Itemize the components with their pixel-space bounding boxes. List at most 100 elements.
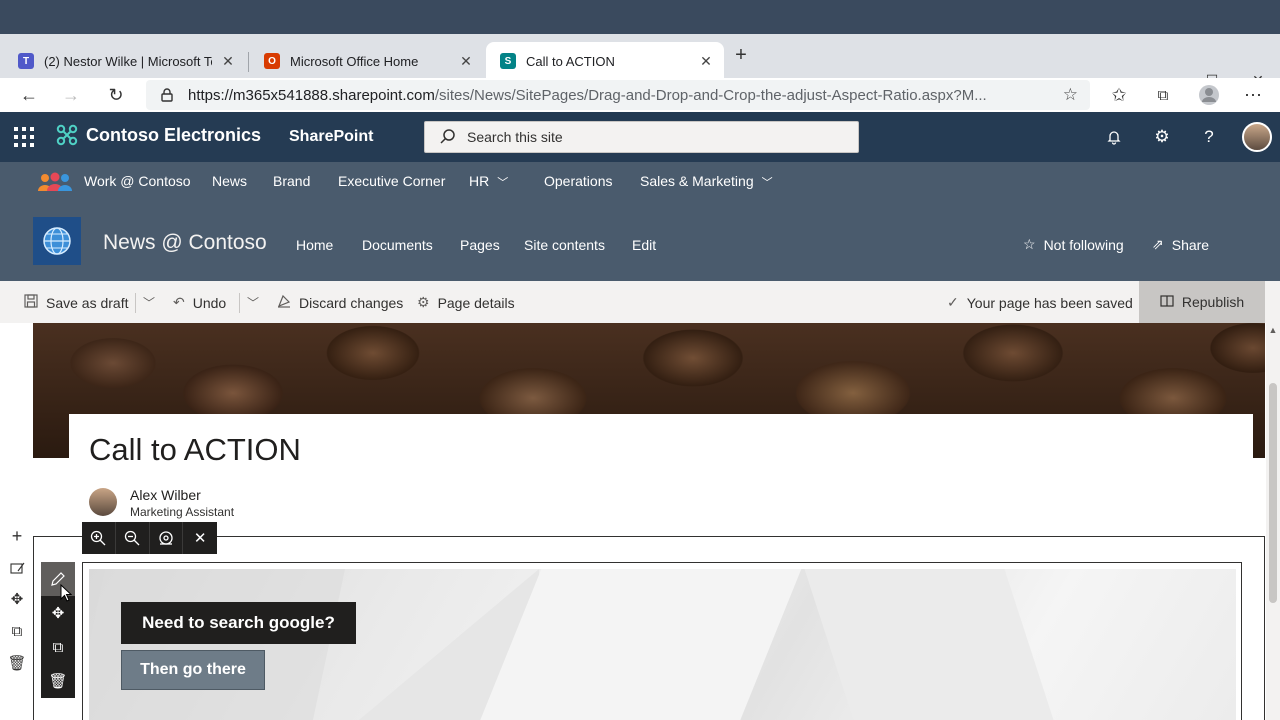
tab-divider bbox=[248, 52, 249, 72]
url-text: https://m365x541888.sharepoint.com/sites… bbox=[188, 87, 1038, 104]
search-placeholder: Search this site bbox=[467, 129, 563, 145]
republish-label: Republish bbox=[1181, 294, 1245, 310]
collections-icon[interactable]: ⧉ bbox=[1150, 82, 1176, 108]
site-nav-pages[interactable]: Pages bbox=[460, 237, 500, 253]
teams-icon: T bbox=[18, 53, 34, 69]
edit-section-icon[interactable] bbox=[8, 559, 26, 577]
save-status: ✓ Your page has been saved bbox=[947, 294, 1133, 311]
notifications-bell-icon[interactable] bbox=[1103, 126, 1125, 148]
contoso-logo-icon bbox=[56, 124, 78, 146]
site-nav-site-contents[interactable]: Site contents bbox=[524, 237, 605, 253]
close-icon[interactable]: ✕ bbox=[183, 522, 217, 554]
chevron-down-icon[interactable]: ﹀ bbox=[247, 294, 259, 311]
hub-item-operations[interactable]: Operations bbox=[544, 173, 612, 189]
app-name[interactable]: SharePoint bbox=[289, 128, 373, 146]
duplicate-webpart-icon[interactable]: ⧉ bbox=[41, 630, 75, 664]
page-scrollbar[interactable]: ▲ bbox=[1266, 323, 1280, 720]
settings-gear-icon[interactable]: ⚙ bbox=[1151, 126, 1173, 148]
divider bbox=[239, 293, 240, 313]
mouse-cursor-icon bbox=[60, 584, 72, 602]
hub-item-executive-corner[interactable]: Executive Corner bbox=[338, 173, 445, 189]
undo-label: Undo bbox=[192, 294, 227, 311]
discard-changes-label: Discard changes bbox=[299, 294, 404, 311]
app-launcher-icon[interactable] bbox=[14, 127, 34, 147]
hub-item-sales-marketing[interactable]: Sales & Marketing ﹀ bbox=[640, 173, 773, 190]
page-details-label: Page details bbox=[437, 294, 515, 311]
url-field[interactable]: https://m365x541888.sharepoint.com/sites… bbox=[146, 80, 1090, 110]
scroll-thumb[interactable] bbox=[1269, 383, 1277, 603]
favorite-star-icon[interactable]: ☆ bbox=[1063, 85, 1078, 105]
focal-point-icon[interactable] bbox=[150, 522, 184, 554]
address-bar: ← → ↻ https://m365x541888.sharepoint.com… bbox=[0, 78, 1280, 112]
page-details-button[interactable]: ⚙ Page details bbox=[417, 294, 515, 311]
chevron-down-icon: ﹀ bbox=[497, 177, 509, 189]
back-icon[interactable]: ← bbox=[16, 82, 42, 108]
close-icon[interactable]: ✕ bbox=[458, 53, 474, 70]
save-as-draft-label: Save as draft bbox=[46, 294, 129, 311]
author-role: Marketing Assistant bbox=[130, 505, 235, 519]
checkmark-icon: ✓ bbox=[947, 294, 959, 310]
tab-title: Call to ACTION bbox=[526, 53, 615, 69]
settings-gear-icon: ⚙ bbox=[417, 294, 430, 310]
discard-changes-button[interactable]: Discard changes bbox=[277, 294, 403, 311]
tab-title: Microsoft Office Home bbox=[290, 53, 419, 69]
save-as-draft-button[interactable]: Save as draft bbox=[24, 294, 129, 311]
share-button[interactable]: ⇗ Share bbox=[1152, 236, 1209, 253]
site-nav-home[interactable]: Home bbox=[296, 237, 333, 253]
close-icon[interactable]: ✕ bbox=[220, 53, 236, 70]
profile-icon[interactable] bbox=[1196, 82, 1222, 108]
page-command-bar: Save as draft ﹀ ↶ Undo ﹀ Discard changes… bbox=[0, 281, 1280, 323]
tab-title: (2) Nestor Wilke | Microsoft Teams bbox=[44, 53, 212, 69]
site-nav-edit[interactable]: Edit bbox=[632, 237, 656, 253]
tab-office[interactable]: O Microsoft Office Home ✕ bbox=[250, 42, 484, 80]
new-tab-icon[interactable]: + bbox=[731, 44, 751, 67]
url-path: /sites/News/SitePages/Drag-and-Drop-and-… bbox=[434, 86, 987, 104]
add-section-icon[interactable]: + bbox=[8, 526, 26, 546]
tab-call-to-action[interactable]: S Call to ACTION ✕ bbox=[486, 42, 724, 80]
refresh-icon[interactable]: ↻ bbox=[103, 82, 129, 108]
site-logo[interactable] bbox=[33, 217, 81, 265]
duplicate-section-icon[interactable]: ⧉ bbox=[8, 622, 26, 640]
author-name[interactable]: Alex Wilber bbox=[130, 487, 201, 503]
search-icon bbox=[440, 129, 455, 144]
author-avatar bbox=[89, 488, 117, 516]
hub-item-news[interactable]: News bbox=[212, 173, 247, 189]
hub-item-brand[interactable]: Brand bbox=[273, 173, 310, 189]
hub-item-hr[interactable]: HR ﹀ bbox=[469, 173, 508, 190]
chevron-down-icon: ﹀ bbox=[761, 177, 773, 189]
zoom-out-icon[interactable] bbox=[116, 522, 150, 554]
book-icon bbox=[1160, 294, 1174, 311]
favorites-icon[interactable]: ✩ bbox=[1106, 82, 1132, 108]
follow-button[interactable]: ☆ Not following bbox=[1023, 236, 1124, 253]
hero-image[interactable] bbox=[89, 569, 1236, 720]
undo-button[interactable]: ↶ Undo bbox=[173, 294, 226, 311]
site-nav-documents[interactable]: Documents bbox=[362, 237, 433, 253]
delete-webpart-icon[interactable]: 🗑 bbox=[41, 664, 75, 698]
site-title[interactable]: News @ Contoso bbox=[103, 231, 267, 255]
hub-item-label: Sales & Marketing bbox=[640, 173, 754, 189]
move-section-icon[interactable]: ✥ bbox=[8, 590, 26, 608]
tab-teams[interactable]: T (2) Nestor Wilke | Microsoft Teams ✕ bbox=[4, 42, 246, 80]
more-menu-icon[interactable]: ⋯ bbox=[1240, 82, 1266, 108]
brand[interactable]: Contoso Electronics bbox=[56, 124, 261, 146]
close-icon[interactable]: ✕ bbox=[698, 53, 714, 70]
sharepoint-icon: S bbox=[500, 53, 516, 69]
page-title[interactable]: Call to ACTION bbox=[89, 432, 301, 468]
scroll-up-arrow-icon[interactable]: ▲ bbox=[1266, 325, 1280, 335]
forward-icon[interactable]: → bbox=[58, 82, 84, 108]
hub-item-work-contoso[interactable]: Work @ Contoso bbox=[84, 173, 191, 189]
chevron-down-icon[interactable]: ﹀ bbox=[143, 294, 155, 311]
share-icon: ⇗ bbox=[1152, 236, 1164, 252]
user-avatar[interactable] bbox=[1242, 122, 1272, 152]
cta-button[interactable]: Then go there bbox=[121, 650, 265, 690]
save-icon bbox=[24, 294, 38, 311]
browser-tab-strip: T (2) Nestor Wilke | Microsoft Teams ✕ O… bbox=[0, 34, 1280, 88]
republish-button[interactable]: Republish bbox=[1139, 281, 1265, 323]
delete-section-icon[interactable]: 🗑 bbox=[7, 654, 26, 672]
zoom-in-icon[interactable] bbox=[82, 522, 116, 554]
url-domain: https://m365x541888.sharepoint.com bbox=[188, 86, 435, 104]
globe-icon bbox=[43, 227, 71, 255]
help-icon[interactable]: ? bbox=[1198, 126, 1220, 148]
brand-name: Contoso Electronics bbox=[86, 124, 262, 145]
search-input[interactable]: Search this site bbox=[424, 121, 859, 153]
